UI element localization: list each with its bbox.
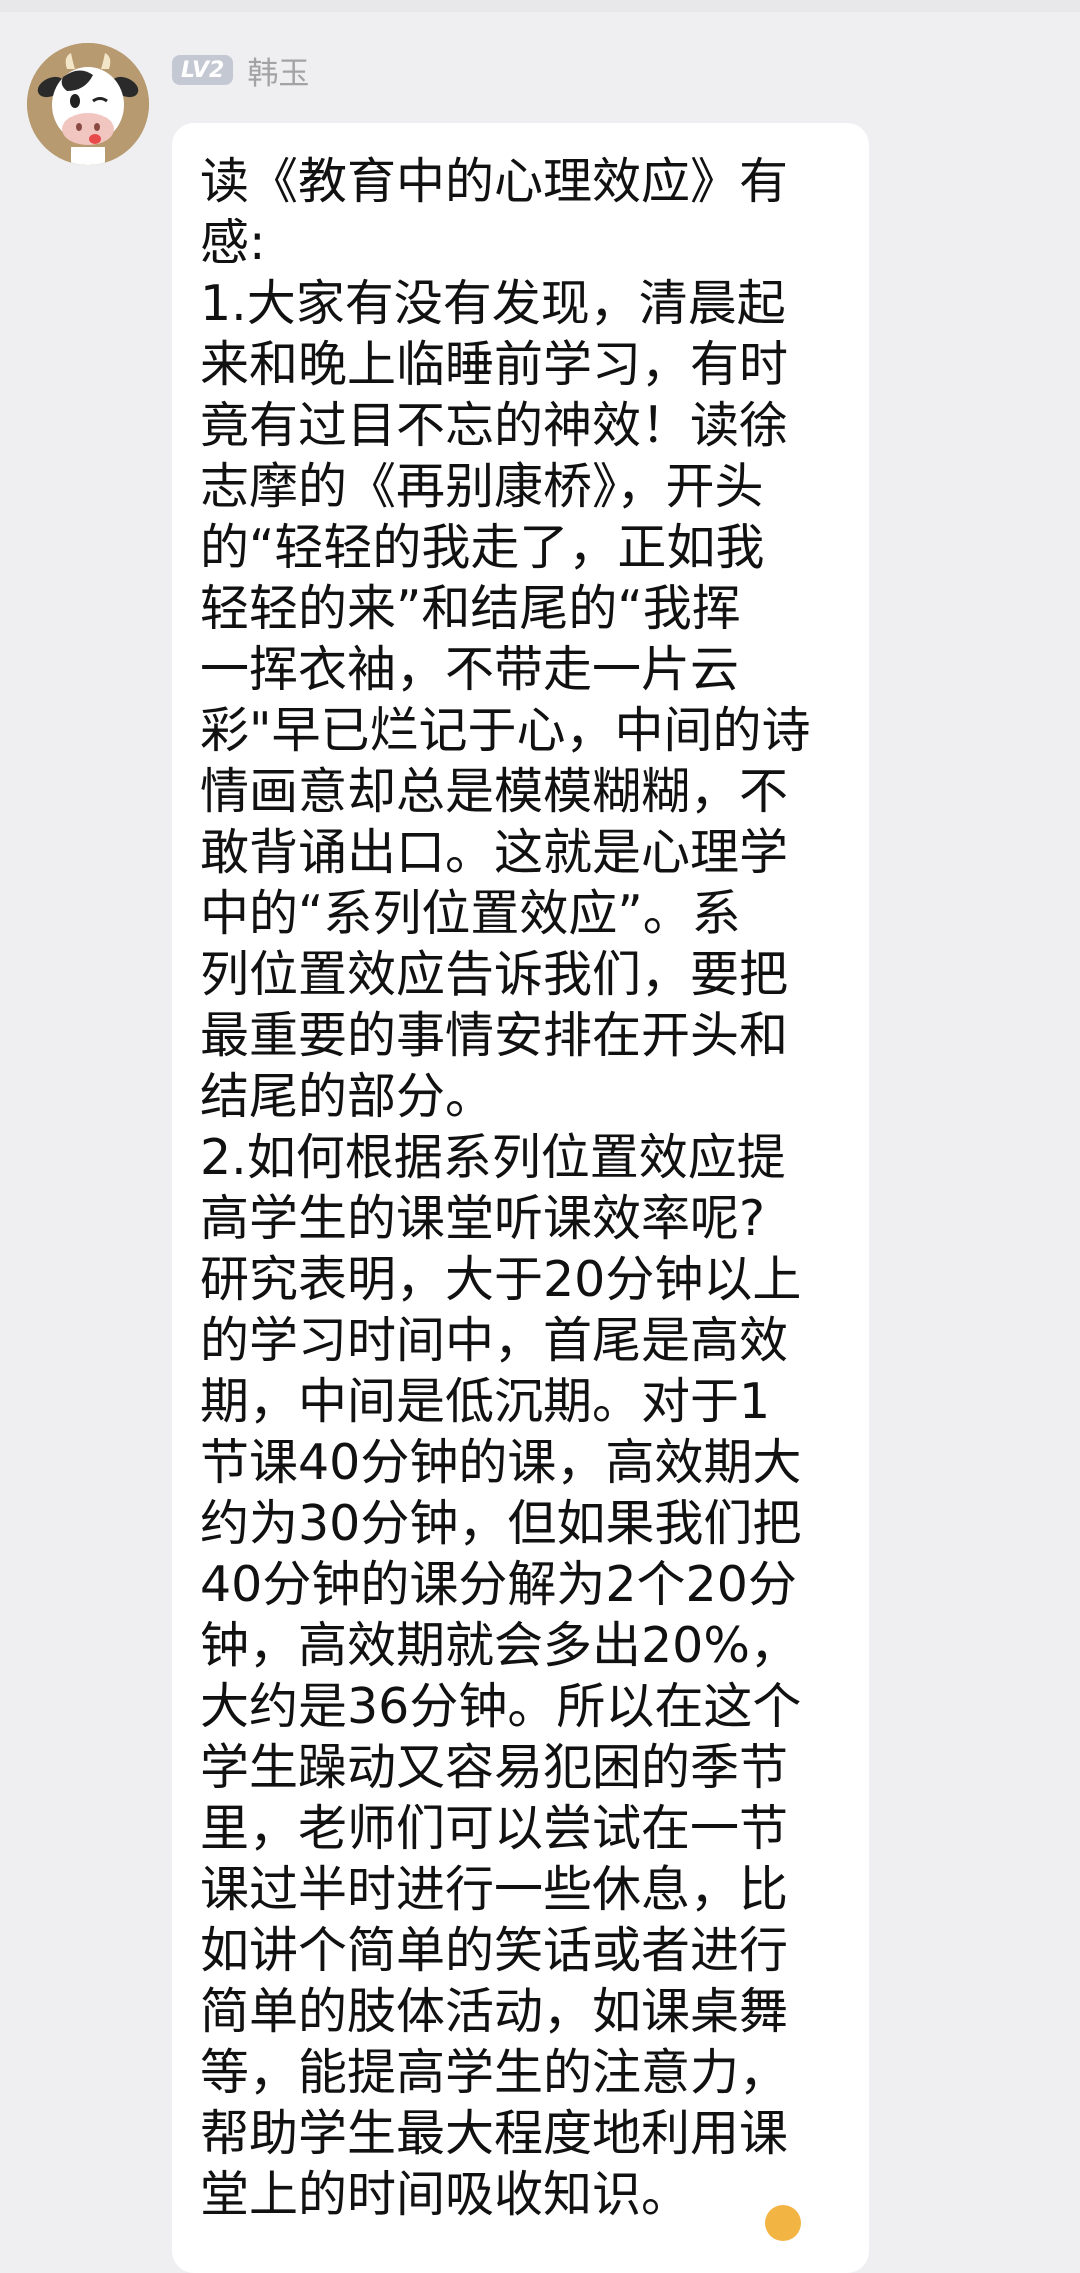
cow-avatar-icon[interactable]	[27, 43, 149, 165]
sender-name[interactable]: 韩玉	[247, 48, 309, 93]
level-badge: LV2	[172, 55, 234, 85]
message-bubble[interactable]: 读《教育中的心理效应》有 感: 1.大家有没有发现，清晨起 来和晚上临睡前学习，…	[172, 123, 869, 2273]
message-text: 读《教育中的心理效应》有 感: 1.大家有没有发现，清晨起 来和晚上临睡前学习，…	[200, 153, 811, 2223]
reaction-emoji-icon	[765, 2205, 801, 2241]
sender-row: LV2 韩玉	[172, 48, 309, 93]
top-strip	[0, 0, 1080, 12]
